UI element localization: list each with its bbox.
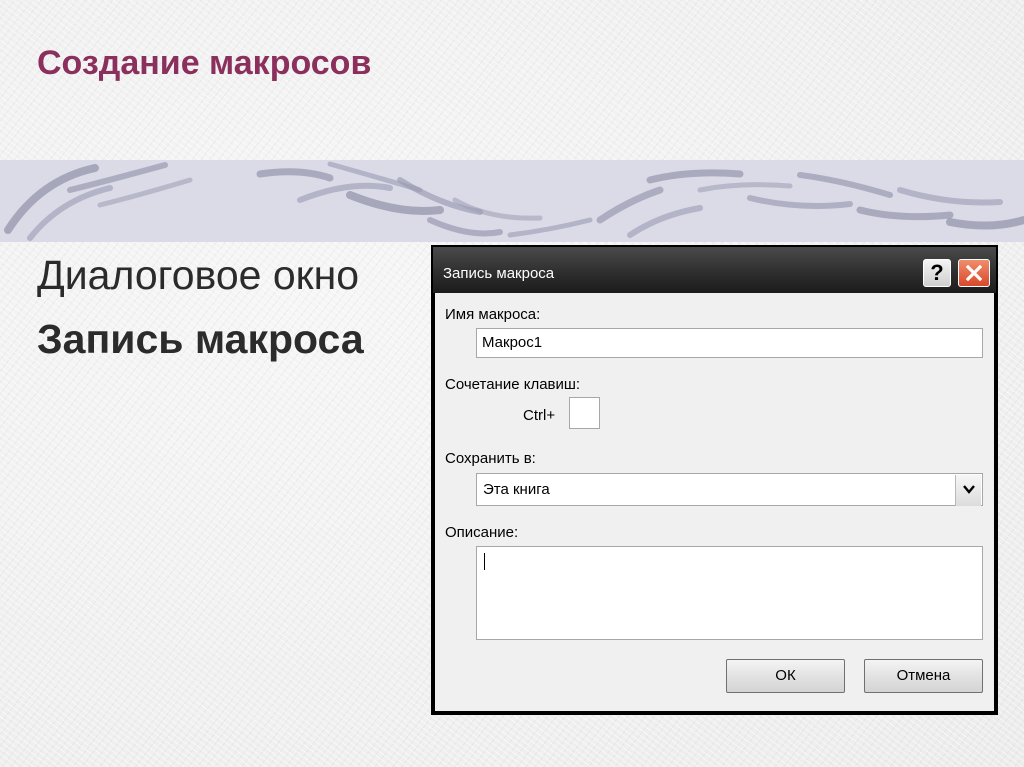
close-glyph [966,265,982,281]
ctrl-label: Ctrl+ [523,407,556,424]
text-caret [484,553,485,570]
ok-button[interactable]: ОК [726,659,845,693]
save-in-label: Сохранить в: [445,450,536,467]
dropdown-arrow-icon[interactable] [955,475,981,506]
dropdown-glyph [962,485,975,494]
shortcut-key-input[interactable] [569,397,600,429]
description-label: Описание: [445,524,519,541]
dialog-body: Имя макроса: Макрос1 Сочетание клавиш: C… [435,293,994,711]
band-strokes [4,161,1024,241]
slide-title: Создание макросов [37,44,372,82]
cancel-button[interactable]: Отмена [864,659,983,693]
save-in-select[interactable]: Эта книга [476,473,983,506]
record-macro-dialog: Запись макроса ? Имя макроса: Макрос1 Со… [431,245,998,715]
subtitle-bold: Запись макроса [37,316,364,362]
shortcut-label: Сочетание клавиш: [445,376,581,393]
dialog-title: Запись макроса [443,265,555,282]
subtitle: Диалоговое окно [37,252,360,298]
close-icon[interactable] [958,259,990,287]
decorative-band [0,160,1024,242]
save-in-value: Эта книга [483,481,550,498]
macro-name-label: Имя макроса: [445,306,541,323]
description-textarea[interactable] [476,546,983,640]
macro-name-input[interactable]: Макрос1 [476,328,983,358]
dialog-titlebar[interactable]: Запись макроса ? [433,247,996,293]
help-icon[interactable]: ? [923,259,951,287]
